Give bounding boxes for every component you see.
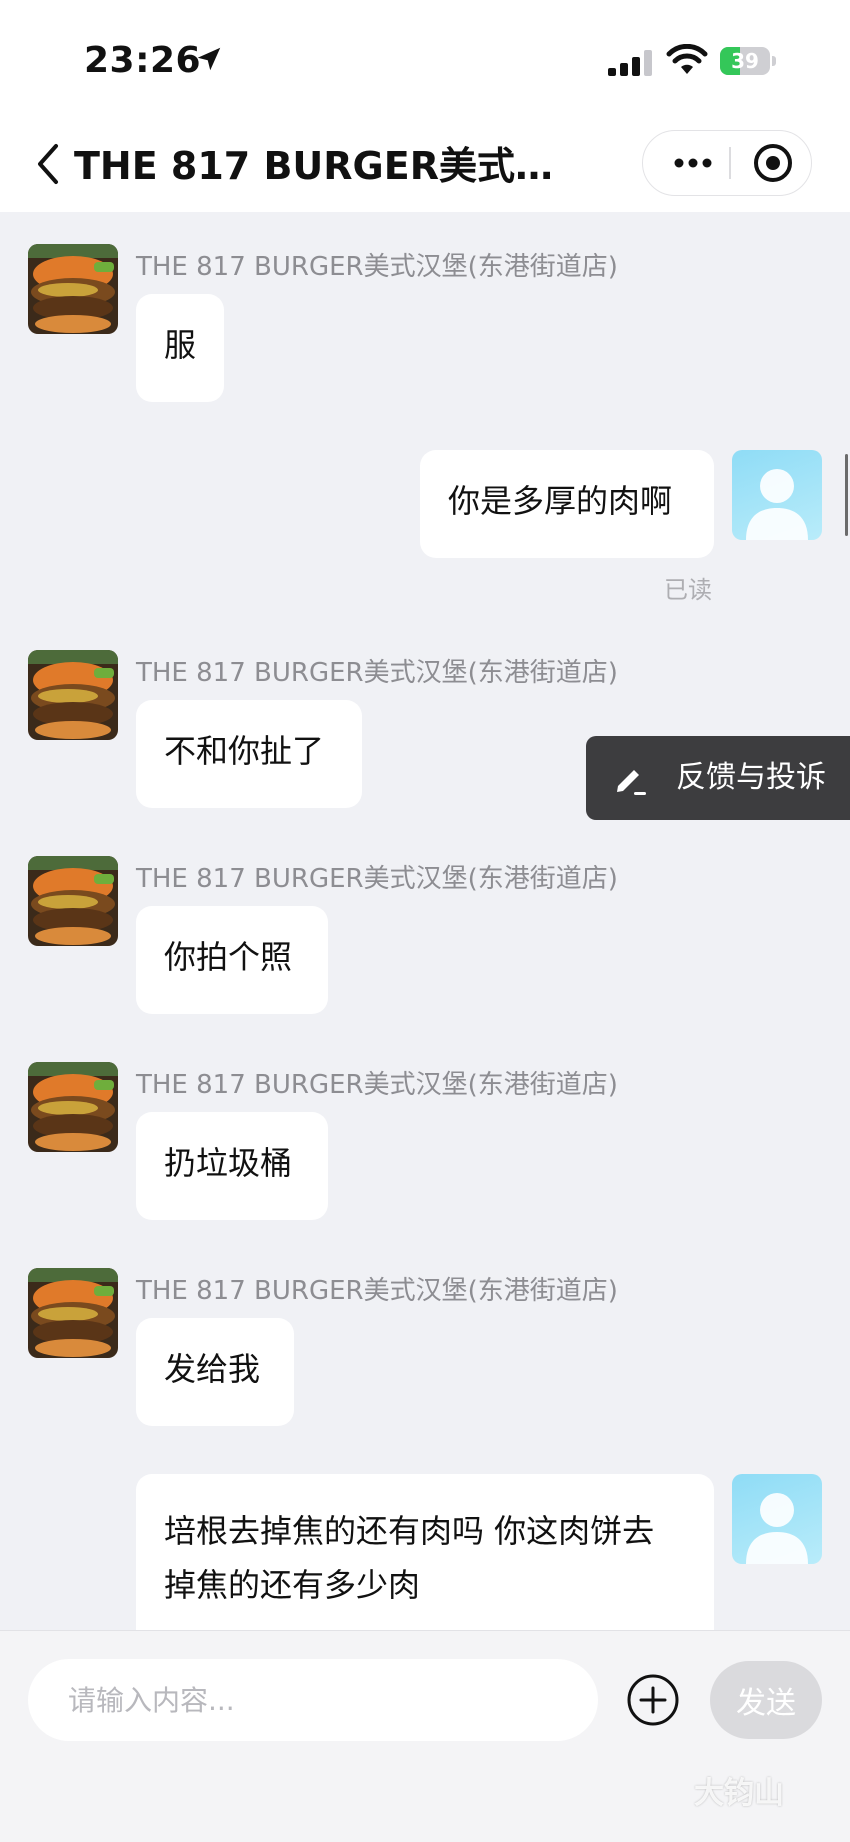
message-text-line: 培根去掉焦的还有肉吗 你这肉饼去 <box>164 1512 655 1550</box>
store-avatar[interactable] <box>28 856 118 946</box>
message-bubble[interactable]: 不和你扯了 <box>136 700 362 808</box>
read-receipt: 已读 <box>664 576 712 604</box>
edit-pen-icon <box>617 770 646 795</box>
sender-name: THE 817 BURGER美式汉堡(东港街道店) <box>136 1276 618 1306</box>
store-avatar[interactable] <box>28 244 118 334</box>
scrollbar-thumb[interactable] <box>845 454 848 536</box>
add-plus-icon[interactable] <box>626 1673 680 1727</box>
burger-image-icon <box>28 244 118 334</box>
user-silhouette-icon <box>746 1493 808 1564</box>
store-avatar[interactable] <box>28 650 118 740</box>
battery-body: 39 <box>720 47 770 75</box>
top-bar: 23:26 39 THE 817 BURGER美式汉堡(东港街道店) <box>0 0 850 212</box>
wifi-icon <box>666 44 708 74</box>
store-avatar[interactable] <box>28 1268 118 1358</box>
message-text: 服 <box>164 326 197 364</box>
user-avatar[interactable] <box>732 450 822 540</box>
capsule-divider <box>729 147 731 179</box>
close-target-icon[interactable] <box>743 131 805 194</box>
burger-image-icon <box>28 650 118 740</box>
battery-tip <box>772 56 776 66</box>
message-bubble[interactable]: 发给我 <box>136 1318 294 1426</box>
send-button[interactable]: 发送 <box>710 1661 822 1739</box>
burger-image-icon <box>28 1062 118 1152</box>
sender-name: THE 817 BURGER美式汉堡(东港街道店) <box>136 658 618 688</box>
message-text: 发给我 <box>164 1350 261 1388</box>
feedback-button[interactable]: 反馈与投诉 <box>586 736 850 820</box>
sender-name: THE 817 BURGER美式汉堡(东港街道店) <box>136 864 618 894</box>
status-time: 23:26 <box>84 40 202 81</box>
burger-image-icon <box>28 1268 118 1358</box>
message-text: 扔垃圾桶 <box>164 1144 293 1182</box>
chat-area[interactable]: THE 817 BURGER美式汉堡(东港街道店) 服 你是多厚的肉啊 已读 T… <box>0 212 850 1630</box>
store-avatar[interactable] <box>28 1062 118 1152</box>
message-bubble[interactable]: 培根去掉焦的还有肉吗 你这肉饼去 掉焦的还有多少肉 <box>136 1474 714 1630</box>
user-avatar[interactable] <box>732 1474 822 1564</box>
message-bubble[interactable]: 服 <box>136 294 224 402</box>
user-silhouette-icon <box>746 469 808 540</box>
battery-indicator: 39 <box>720 47 778 75</box>
message-text: 你是多厚的肉啊 <box>448 482 673 520</box>
battery-percent: 39 <box>731 49 759 73</box>
more-dots-icon[interactable] <box>663 131 723 194</box>
message-text-line: 掉焦的还有多少肉 <box>164 1566 421 1604</box>
message-bubble[interactable]: 你拍个照 <box>136 906 328 1014</box>
back-chevron-icon[interactable] <box>32 140 64 188</box>
cellular-signal-icon <box>608 50 652 76</box>
chat-title: THE 817 BURGER美式汉堡(东港街道店) <box>74 144 574 188</box>
burger-image-icon <box>28 856 118 946</box>
sender-name: THE 817 BURGER美式汉堡(东港街道店) <box>136 1070 618 1100</box>
message-bubble[interactable]: 扔垃圾桶 <box>136 1112 328 1220</box>
message-bubble[interactable]: 你是多厚的肉啊 <box>420 450 714 558</box>
message-input[interactable] <box>28 1659 598 1741</box>
mini-program-capsule <box>642 130 812 196</box>
feedback-label: 反馈与投诉 <box>676 760 826 795</box>
message-text: 你拍个照 <box>164 938 293 976</box>
watermark: 大钧山 <box>694 1776 784 1811</box>
location-arrow-icon <box>197 47 221 71</box>
sender-name: THE 817 BURGER美式汉堡(东港街道店) <box>136 252 618 282</box>
message-text: 不和你扯了 <box>164 732 325 770</box>
